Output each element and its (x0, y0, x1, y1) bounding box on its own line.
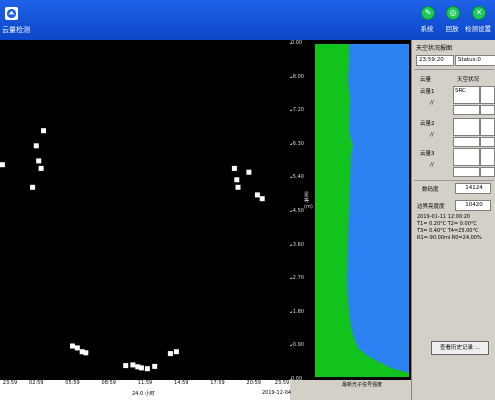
x-tick-label: 17:59 (210, 380, 225, 386)
readout-line: R1=-90.00ml R0=24.00% (417, 235, 482, 241)
x-axis-date: 2019-12-04 (262, 390, 292, 396)
y-tick-label: -1.80 (290, 308, 304, 315)
data-point (130, 362, 136, 368)
detection-settings-button[interactable]: ✕ 检测设置 (465, 6, 491, 38)
data-point (167, 351, 173, 357)
cloud2-sub2 (480, 137, 495, 147)
boundary-label: 边界亮度度 (417, 204, 445, 210)
y-tick-label: -4.50 (290, 208, 304, 214)
title-bar: 云量检测 ✎ 系统 ◎ 回放 ✕ 检测设置 (0, 0, 495, 40)
data-point (30, 184, 36, 190)
data-point (123, 363, 129, 369)
y-tick-label: -6.30 (290, 140, 304, 147)
readout-line: 2019-01-11 12:00:20 (417, 214, 471, 220)
cloud3-value (453, 148, 480, 166)
data-point (33, 143, 39, 149)
status-panel: 天空状况报图 23:59:20 Status:0 云量 天空状况 云量1 // … (411, 40, 495, 400)
target-icon: ◎ (446, 6, 460, 20)
status-field: Status:0 (455, 55, 495, 66)
data-point (254, 192, 260, 198)
data-point (246, 169, 252, 175)
data-point (259, 196, 265, 202)
scatter-plot (0, 40, 290, 380)
cloud2-label: 云量2 (420, 121, 435, 127)
y-axis: 0.00 -8.00 -7.20 -6.30 -5.40 -4.50 -3.60 -2.70 -… (289, 40, 313, 382)
y-tick-label: 0.00 (289, 40, 303, 46)
view-history-button[interactable]: 查看历史记录 ... (431, 341, 489, 355)
cloud1-code: // (430, 100, 434, 106)
bar-label: 最新光子信号强度 (341, 382, 382, 388)
data-point (38, 165, 44, 171)
data-point (36, 158, 42, 164)
y-tick-label: -5.40 (290, 174, 304, 181)
data-point (231, 165, 237, 171)
cloud3-sub2 (480, 167, 495, 177)
y-tick-label: -0.90 (290, 342, 304, 349)
data-point (70, 343, 75, 349)
close-icon: ✕ (472, 6, 486, 20)
x-tick-label: 11:59 (137, 380, 153, 386)
signal-strength-bar (313, 40, 411, 380)
readout-line: T1= 0.20°C T2= 0.00°C (417, 221, 477, 227)
data-point (173, 349, 179, 355)
x-axis: 24.0 小时 2019-12-04 23:59 02:59 05:59 08:59 1… (0, 380, 292, 400)
cloud3-label: 云量3 (420, 151, 435, 157)
app-title: 云量检测 (2, 26, 30, 34)
data-point (235, 184, 241, 190)
y-tick-label: -3.60 (290, 241, 304, 248)
cloud3-extra (480, 148, 495, 166)
x-tick-label: 08:59 (101, 380, 116, 386)
x-tick-label: 14:59 (174, 380, 189, 386)
data-point (41, 128, 46, 134)
data-point (234, 177, 240, 183)
cloud1-extra (480, 86, 495, 104)
data-point (138, 365, 144, 371)
app-logo-icon (5, 7, 18, 20)
data-point (152, 363, 158, 369)
cloud1-value: SRC (453, 86, 480, 104)
x-tick-label: 05:59 (65, 380, 80, 386)
cloud-header: 云量 (420, 77, 432, 83)
x-tick-label: 02:59 (29, 380, 44, 386)
cloud2-sub (453, 137, 480, 147)
y-tick-label: 0.00 (289, 376, 303, 382)
y-tick-label: -7.20 (290, 107, 304, 114)
x-tick-label: 23:59 (2, 380, 18, 386)
readout-line: T3= 0.40°C T4=25.00°C (417, 228, 479, 234)
data-point (74, 345, 80, 351)
pencil-icon: ✎ (421, 6, 435, 20)
brightness-label: 数码度 (422, 187, 439, 193)
cloud1-sub (453, 105, 480, 115)
time-field: 23:59:20 (416, 55, 454, 66)
cloud2-value (453, 118, 480, 136)
cloud2-code: // (430, 132, 434, 138)
x-tick-label: 23:59 (274, 380, 290, 386)
cloud2-extra (480, 118, 495, 136)
cloud3-sub (453, 167, 480, 177)
playback-button[interactable]: ◎ 回放 (441, 6, 463, 38)
y-tick-label: -2.70 (290, 275, 304, 282)
cloud3-code: // (430, 162, 434, 168)
cloud1-sub2 (480, 105, 495, 115)
brightness-value: 14124 (455, 183, 491, 194)
data-point (144, 366, 150, 372)
data-point (0, 162, 5, 168)
x-tick-label: 20:59 (246, 380, 261, 386)
y-axis-label: 星等(m) (304, 192, 313, 210)
boundary-value: 10420 (455, 200, 491, 211)
system-button[interactable]: ✎ 系统 (416, 6, 438, 38)
cloud1-label: 云量1 (420, 89, 435, 95)
data-point (83, 350, 89, 356)
x-axis-label: 24.0 小时 (132, 391, 155, 397)
y-tick-label: -8.00 (290, 73, 304, 80)
panel-title: 天空状况报图 (416, 45, 453, 52)
sky-header: 天空状况 (457, 77, 480, 83)
